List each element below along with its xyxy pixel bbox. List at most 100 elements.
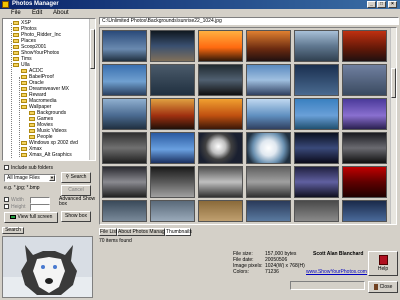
thumbnail[interactable] <box>102 132 147 164</box>
folder-icon <box>29 128 35 133</box>
tab-about[interactable]: About Photos Manager <box>117 228 169 236</box>
thumbnail[interactable] <box>198 166 243 198</box>
thumbnail[interactable] <box>294 200 339 222</box>
search-button[interactable]: ⚲ Search <box>61 172 91 183</box>
folder-icon <box>13 50 19 55</box>
thumbnail[interactable] <box>198 30 243 62</box>
image-preview <box>2 236 93 298</box>
thumbnail[interactable] <box>150 132 195 164</box>
folder-icon <box>21 74 27 79</box>
thumbnail[interactable] <box>246 200 291 222</box>
width-field[interactable] <box>30 197 50 204</box>
chevron-down-icon: ▼ <box>49 175 55 181</box>
close-window-button[interactable]: × <box>388 1 397 8</box>
folder-icon <box>21 86 27 91</box>
thumbnail-scrollbar[interactable] <box>390 28 396 224</box>
thumbnail[interactable] <box>342 30 387 62</box>
folder-icon <box>13 56 19 61</box>
thumbnail[interactable] <box>198 200 243 222</box>
folder-icon <box>29 110 35 115</box>
thumbnail-scroll-thumb[interactable] <box>391 68 396 98</box>
thumbnail[interactable] <box>198 98 243 130</box>
folder-icon <box>21 80 27 85</box>
thumbnail[interactable] <box>294 166 339 198</box>
show-box-button[interactable]: Show box <box>61 211 91 222</box>
tab-file-list[interactable]: File List <box>99 228 117 236</box>
tab-thumbnails[interactable]: Thumbnails <box>165 228 192 236</box>
thumbnail[interactable] <box>246 98 291 130</box>
folder-icon <box>29 116 35 121</box>
thumbnail[interactable] <box>246 166 291 198</box>
thumbnail[interactable] <box>198 132 243 164</box>
folder-icon <box>13 26 19 31</box>
help-button[interactable]: Help <box>368 251 398 276</box>
thumbnail[interactable] <box>150 200 195 222</box>
thumbnail[interactable] <box>150 30 195 62</box>
view-full-screen-button[interactable]: View full screen <box>4 212 58 223</box>
folder-icon <box>13 32 19 37</box>
include-subfolders-checkbox[interactable] <box>4 165 9 171</box>
folder-icon <box>13 62 19 67</box>
folder-icon <box>29 134 35 139</box>
folder-icon <box>13 38 19 43</box>
folder-icon <box>21 68 27 73</box>
thumbnail[interactable] <box>294 132 339 164</box>
door-icon <box>373 283 378 290</box>
maximize-button[interactable]: □ <box>377 1 386 8</box>
file-filter-select[interactable]: All Image Files ▼ <box>4 174 56 182</box>
folder-icon <box>29 122 35 127</box>
items-found-status: 70 items found <box>99 238 132 244</box>
folder-icon <box>21 152 27 157</box>
thumbnail[interactable] <box>102 98 147 130</box>
advanced-show-box-label: Advanced Show box <box>59 196 96 207</box>
monitor-icon <box>9 214 16 219</box>
thumbnail[interactable] <box>294 98 339 130</box>
thumbnail[interactable] <box>150 98 195 130</box>
close-button[interactable]: Close <box>368 281 398 293</box>
colors-label: Colors: <box>233 269 249 275</box>
tree-scroll-thumb[interactable] <box>90 29 95 69</box>
thumbnail-grid[interactable] <box>99 27 397 225</box>
menu-about[interactable]: About <box>53 9 69 17</box>
thumbnail[interactable] <box>102 166 147 198</box>
tree-item[interactable]: Xmas_Alt Graphics <box>21 152 72 158</box>
app-window: Photos Manager _ □ × File Edit About XSP… <box>0 0 400 300</box>
height-option[interactable]: Height <box>4 204 25 210</box>
folder-icon <box>21 140 27 145</box>
folder-icon <box>13 44 19 49</box>
menu-edit[interactable]: Edit <box>32 9 42 17</box>
file-path: C:\Unlimited Photos\Backgrounds\sunrise2… <box>99 17 399 25</box>
include-subfolders[interactable]: Include sub folders <box>4 165 53 171</box>
title-bar: Photos Manager _ □ × <box>0 0 400 9</box>
height-field[interactable] <box>30 204 50 211</box>
thumbnail[interactable] <box>294 30 339 62</box>
thumbnail[interactable] <box>246 30 291 62</box>
thumbnail[interactable] <box>342 64 387 96</box>
thumbnail[interactable] <box>102 200 147 222</box>
thumbnail[interactable] <box>246 132 291 164</box>
search-tab[interactable]: Search <box>2 227 24 234</box>
minimize-button[interactable]: _ <box>367 1 376 8</box>
thumbnail[interactable] <box>342 98 387 130</box>
window-title: Photos Manager <box>12 1 59 7</box>
thumbnail[interactable] <box>342 132 387 164</box>
thumbnail[interactable] <box>342 166 387 198</box>
folder-tree[interactable]: XSP Photos Photo_Ridder_Inc Places Scoop… <box>2 18 96 161</box>
menu-file[interactable]: File <box>11 9 21 17</box>
cancel-button[interactable]: Cancel <box>61 185 91 196</box>
thumbnail[interactable] <box>150 64 195 96</box>
folder-icon <box>21 146 27 151</box>
thumbnail[interactable] <box>294 64 339 96</box>
thumbnail[interactable] <box>150 166 195 198</box>
thumbnail[interactable] <box>102 64 147 96</box>
search-pattern: e.g. *.jpg; *.bmp <box>4 185 40 191</box>
folder-icon <box>13 20 19 25</box>
width-option[interactable]: Width <box>4 197 24 203</box>
thumbnail[interactable] <box>102 30 147 62</box>
thumbnail[interactable] <box>246 64 291 96</box>
tree-scrollbar[interactable] <box>89 19 95 160</box>
website-link[interactable]: www.ShowYourPhotos.com <box>306 269 367 275</box>
thumbnail[interactable] <box>342 200 387 222</box>
thumbnail[interactable] <box>198 64 243 96</box>
menu-bar: File Edit About <box>0 9 400 17</box>
